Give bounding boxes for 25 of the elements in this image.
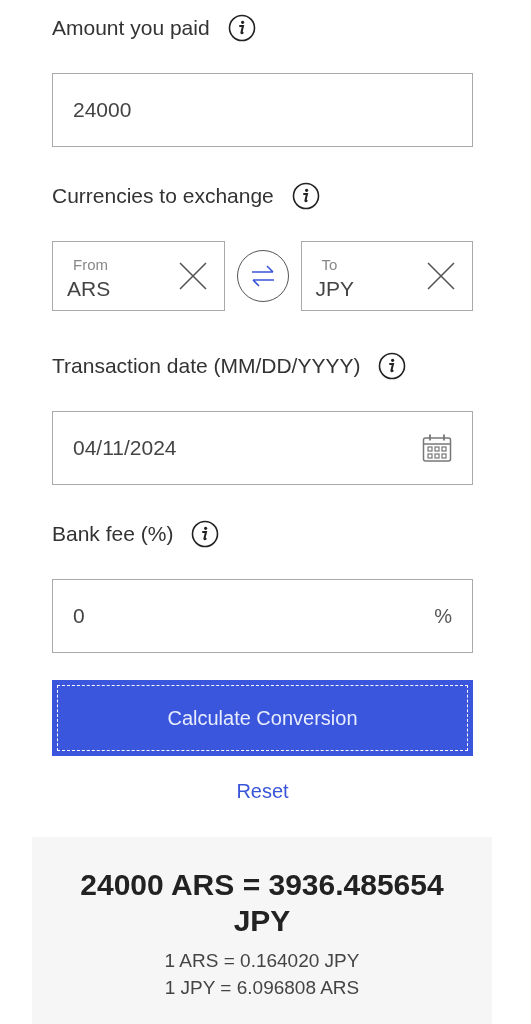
field-label: Currencies to exchange xyxy=(52,184,274,208)
bank-fee-field[interactable]: 0 % xyxy=(52,579,473,653)
info-icon[interactable] xyxy=(378,352,407,380)
info-icon[interactable] xyxy=(291,182,320,210)
reset-link[interactable]: Reset xyxy=(236,780,289,803)
calendar-icon[interactable] xyxy=(422,433,452,463)
info-icon[interactable] xyxy=(227,14,256,42)
field-label: Amount you paid xyxy=(52,16,210,40)
from-currency-field[interactable]: From ARS xyxy=(52,241,225,311)
percent-unit: % xyxy=(434,604,452,628)
calculate-button[interactable]: Calculate Conversion xyxy=(52,680,473,756)
swap-button[interactable] xyxy=(236,250,289,302)
date-field[interactable]: 04/11/2024 xyxy=(52,411,473,485)
field-label: From xyxy=(73,255,109,273)
field-label: Transaction date (MM/DD/YYYY) xyxy=(52,354,361,378)
close-icon[interactable] xyxy=(426,261,456,291)
exchange-rate: 1 ARS = 0.164020 JPY xyxy=(163,949,361,973)
info-icon[interactable] xyxy=(191,520,220,548)
to-currency-field[interactable]: To JPY xyxy=(300,241,473,311)
close-icon[interactable] xyxy=(177,261,208,291)
exchange-rate: 1 JPY = 6.096808 ARS xyxy=(163,976,361,1000)
field-label: To xyxy=(321,255,339,273)
conversion-result: 24000 ARS = 3936.485654 JPY xyxy=(79,867,445,939)
amount-field[interactable]: 24000 xyxy=(52,73,473,147)
field-label: Bank fee (%) xyxy=(52,522,174,546)
